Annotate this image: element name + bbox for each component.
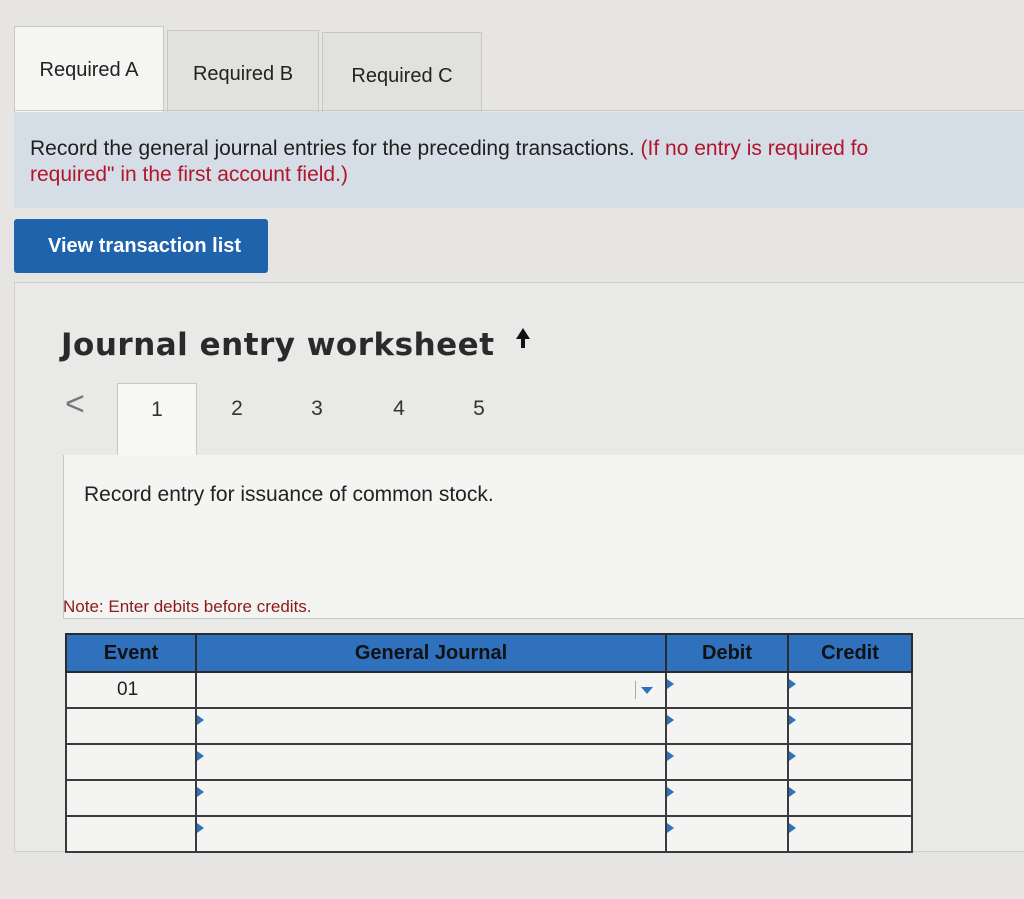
- credit-input[interactable]: [787, 707, 913, 745]
- prev-entry-arrow-icon[interactable]: <: [65, 385, 85, 424]
- entry-tab-5[interactable]: 5: [447, 383, 511, 447]
- account-select[interactable]: [195, 707, 667, 745]
- view-transaction-list-button[interactable]: View transaction list: [14, 219, 268, 273]
- mouse-pointer-icon: [516, 328, 530, 348]
- header-general-journal: General Journal: [195, 633, 667, 673]
- account-select[interactable]: [195, 815, 667, 853]
- cell-marker-icon: [667, 787, 674, 797]
- debit-input[interactable]: [665, 779, 789, 817]
- cell-marker-icon: [197, 787, 204, 797]
- entry-tab-1[interactable]: 1: [117, 383, 197, 457]
- debit-input[interactable]: [665, 707, 789, 745]
- table-row: [65, 707, 913, 745]
- debit-credit-note: Note: Enter debits before credits.: [63, 597, 312, 616]
- cell-marker-icon: [789, 787, 796, 797]
- credit-input[interactable]: [787, 815, 913, 853]
- account-select[interactable]: [195, 743, 667, 781]
- event-cell: [65, 779, 197, 817]
- header-credit: Credit: [787, 633, 913, 673]
- debit-input[interactable]: [665, 671, 789, 709]
- entry-tab-3[interactable]: 3: [285, 383, 349, 447]
- worksheet-title: Journal entry worksheet: [61, 327, 495, 363]
- credit-input[interactable]: [787, 779, 913, 817]
- entry-description: Record entry for issuance of common stoc…: [84, 483, 494, 506]
- cell-marker-icon: [667, 823, 674, 833]
- cell-marker-icon: [789, 751, 796, 761]
- cell-marker-icon: [197, 751, 204, 761]
- event-cell: [65, 815, 197, 853]
- credit-input[interactable]: [787, 743, 913, 781]
- debit-input[interactable]: [665, 743, 789, 781]
- event-cell: [65, 707, 197, 745]
- cell-marker-icon: [197, 715, 204, 725]
- cell-marker-icon: [667, 751, 674, 761]
- event-cell: 01: [65, 671, 197, 709]
- tab-required-a[interactable]: Required A: [14, 26, 164, 112]
- cell-marker-icon: [197, 823, 204, 833]
- cell-marker-icon: [789, 715, 796, 725]
- cell-marker-icon: [667, 679, 674, 689]
- instructions-note: (If no entry is required fo: [640, 137, 869, 160]
- debit-input[interactable]: [665, 815, 789, 853]
- tab-required-c[interactable]: Required C: [322, 32, 482, 116]
- cell-marker-icon: [789, 823, 796, 833]
- table-row: [65, 743, 913, 781]
- header-debit: Debit: [665, 633, 789, 673]
- journal-table-header: Event General Journal Debit Credit: [65, 633, 913, 673]
- table-row: 01: [65, 671, 913, 709]
- journal-entry-worksheet: Journal entry worksheet < 1 2 3 4 5 Reco…: [14, 282, 1024, 853]
- table-row: [65, 815, 913, 853]
- event-cell: [65, 743, 197, 781]
- header-event: Event: [65, 633, 197, 673]
- instructions-text: Record the general journal entries for t…: [30, 137, 641, 160]
- tab-required-b[interactable]: Required B: [167, 30, 319, 114]
- instructions-panel: Record the general journal entries for t…: [14, 112, 1024, 208]
- tab-divider: [14, 110, 1024, 111]
- instructions-note-line2: required" in the first account field.): [30, 163, 348, 186]
- chevron-down-icon[interactable]: [635, 681, 657, 699]
- journal-table: Event General Journal Debit Credit 01: [65, 633, 913, 853]
- table-row: [65, 779, 913, 817]
- credit-input[interactable]: [787, 671, 913, 709]
- entry-tab-2[interactable]: 2: [205, 383, 269, 447]
- cell-marker-icon: [789, 679, 796, 689]
- entry-tab-4[interactable]: 4: [367, 383, 431, 447]
- account-select[interactable]: [195, 779, 667, 817]
- account-select[interactable]: [195, 671, 667, 709]
- cell-marker-icon: [667, 715, 674, 725]
- entry-description-box: Record entry for issuance of common stoc…: [63, 455, 1024, 619]
